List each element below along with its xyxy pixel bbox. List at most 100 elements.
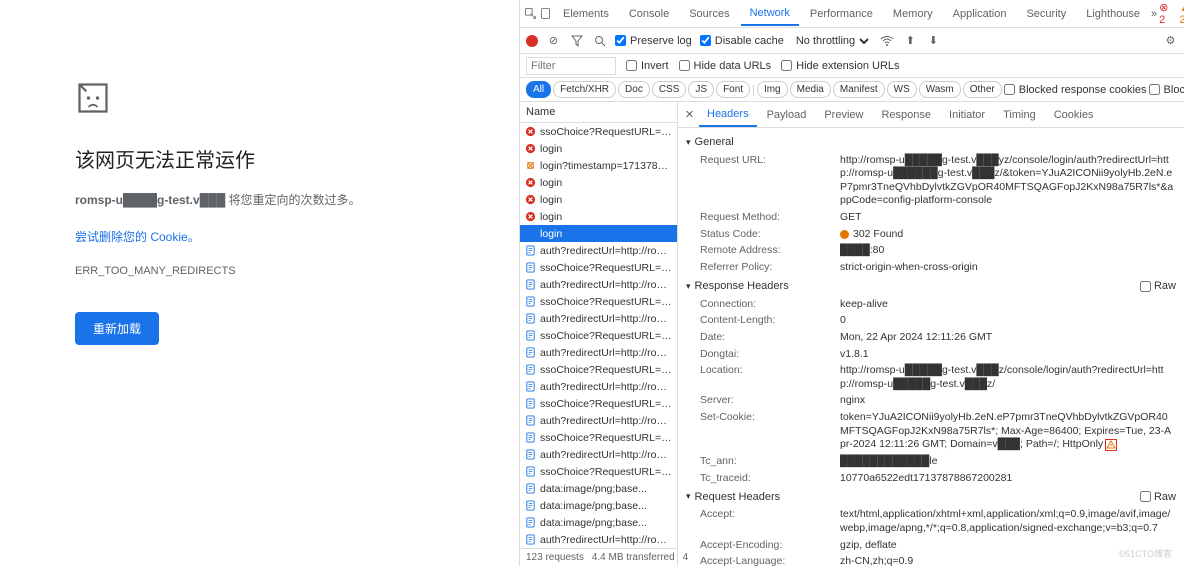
settings-icon[interactable]: ⚙ [1163,33,1178,48]
devtools-tabs: Elements Console Sources Network Perform… [520,0,1184,28]
request-row[interactable]: login [520,208,677,225]
download-icon[interactable]: ⬇ [926,33,941,48]
tab-security[interactable]: Security [1017,3,1075,25]
filter-ws[interactable]: WS [887,81,917,98]
sad-page-icon [75,80,111,116]
raw-request-check[interactable] [1140,491,1151,502]
more-tabs-icon[interactable]: » [1151,6,1157,21]
record-icon[interactable] [526,35,538,47]
detail-tab-headers[interactable]: Headers [699,103,757,127]
general-section[interactable]: General [686,132,1176,152]
request-row[interactable]: auth?redirectUrl=http://romsp-u... [520,276,677,293]
detail-tab-cookies[interactable]: Cookies [1046,104,1102,126]
filter-js[interactable]: JS [688,81,714,98]
request-row[interactable]: auth?redirectUrl=http://romsp-u... [520,412,677,429]
filter-font[interactable]: Font [716,81,750,98]
throttling-select[interactable]: No throttling [792,34,872,48]
search-icon[interactable] [592,33,607,48]
request-row[interactable]: ssoChoice?RequestURL=http%3... [520,395,677,412]
filter-css[interactable]: CSS [652,81,687,98]
close-detail-icon[interactable]: ✕ [682,107,697,122]
clear-icon[interactable]: ⊘ [546,33,561,48]
request-row[interactable]: auth?redirectUrl=http://romsp-u... [520,344,677,361]
status-bar: 123 requests 4.4 MB transferred 4 [520,548,677,566]
detail-tab-payload[interactable]: Payload [759,104,815,126]
request-row[interactable]: auth?redirectUrl=http://romsp-u... [520,242,677,259]
status-icon [524,177,536,189]
wifi-icon[interactable] [880,33,895,48]
watermark: ©51CTO博客 [1119,547,1172,560]
error-page: 该网页无法正常运作 romsp-u████g-test.v███ 将您重定向的次… [0,0,520,566]
preserve-log-check[interactable]: Preserve log [615,35,692,47]
status-icon [524,398,536,410]
error-badge[interactable]: ⊗ 2 [1159,1,1173,26]
request-row[interactable]: auth?redirectUrl=http://romsp-u... [520,378,677,395]
funnel-icon[interactable] [569,33,584,48]
tab-performance[interactable]: Performance [801,3,882,25]
request-row[interactable]: login [520,225,677,242]
request-row[interactable]: ssoChoice?RequestURL=http%3... [520,259,677,276]
request-row[interactable]: ssoChoice?RequestURL=http%3... [520,293,677,310]
reload-button[interactable]: 重新加载 [75,312,159,345]
filter-img[interactable]: Img [757,81,788,98]
filter-row: Invert Hide data URLs Hide extension URL… [520,54,1184,78]
request-row[interactable]: ssoChoice?RequestURL=http%3... [520,361,677,378]
tab-lighthouse[interactable]: Lighthouse [1077,3,1149,25]
detail-tab-response[interactable]: Response [873,104,939,126]
request-row[interactable]: ssoChoice?RequestURL=http... [520,463,677,480]
device-icon[interactable] [539,6,552,21]
request-headers-section[interactable]: Request Headers Raw [686,487,1176,507]
status-icon [524,228,536,240]
detail-tab-timing[interactable]: Timing [995,104,1044,126]
raw-response-check[interactable] [1140,281,1151,292]
inspect-icon[interactable] [524,6,537,21]
blocked-cookies-check[interactable]: Blocked response cookies [1004,84,1147,96]
detail-tab-initiator[interactable]: Initiator [941,104,993,126]
status-icon [524,517,536,529]
request-row[interactable]: data:image/png;base... [520,497,677,514]
request-row[interactable]: auth?redirectUrl=http://romsp-u... [520,310,677,327]
filter-input[interactable] [526,57,616,75]
filter-all[interactable]: All [526,81,551,98]
detail-tab-preview[interactable]: Preview [816,104,871,126]
tab-application[interactable]: Application [944,3,1016,25]
request-row[interactable]: login [520,140,677,157]
request-row[interactable]: ssoChoice?RequestURL=http%3... [520,123,677,140]
status-icon [524,466,536,478]
filter-manifest[interactable]: Manifest [833,81,885,98]
tab-elements[interactable]: Elements [554,3,618,25]
cookie-warning-icon [1105,439,1117,451]
hide-ext-check[interactable]: Hide extension URLs [781,60,899,72]
status-icon [524,381,536,393]
request-row[interactable]: login [520,174,677,191]
filter-media[interactable]: Media [790,81,831,98]
filter-other[interactable]: Other [963,81,1002,98]
hide-data-check[interactable]: Hide data URLs [679,60,772,72]
request-row[interactable]: auth?redirectUrl=http://romsp-u... [520,531,677,548]
disable-cache-check[interactable]: Disable cache [700,35,784,47]
request-row[interactable]: data:image/png;base... [520,514,677,531]
request-row[interactable]: login [520,191,677,208]
request-row[interactable]: ssoChoice?RequestURL=http%3... [520,429,677,446]
tab-network[interactable]: Network [741,2,799,26]
request-row[interactable]: data:image/png;base... [520,480,677,497]
status-icon [524,364,536,376]
request-row[interactable]: auth?redirectUrl=http://romsp-u... [520,446,677,463]
filter-fetch[interactable]: Fetch/XHR [553,81,616,98]
name-column-header[interactable]: Name [520,102,677,123]
tab-console[interactable]: Console [620,3,678,25]
clear-cookies-link[interactable]: 尝试删除您的 Cookie。 [75,228,489,245]
upload-icon[interactable]: ⬆ [903,33,918,48]
blocked-requests-check[interactable]: Blocked requests [1149,84,1184,96]
tab-sources[interactable]: Sources [680,3,738,25]
status-icon [524,483,536,495]
filter-doc[interactable]: Doc [618,81,650,98]
tab-memory[interactable]: Memory [884,3,942,25]
warning-badge[interactable]: ▲ 2 [1180,2,1184,26]
response-headers-section[interactable]: Response Headers Raw [686,276,1176,296]
status-icon [524,449,536,461]
request-row[interactable]: login?timestamp=1713787886578 [520,157,677,174]
request-row[interactable]: ssoChoice?RequestURL=http%3... [520,327,677,344]
invert-check[interactable]: Invert [626,60,669,72]
filter-wasm[interactable]: Wasm [919,81,961,98]
